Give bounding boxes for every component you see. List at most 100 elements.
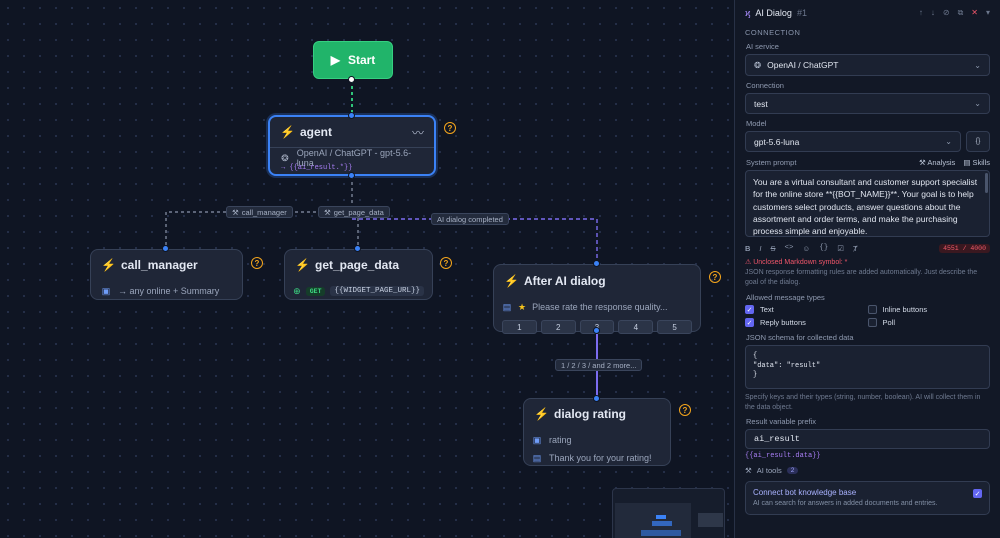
move-down-icon[interactable]: ↓ (931, 8, 935, 18)
bolt-icon: ⚡ (280, 125, 295, 139)
minimap-node (652, 521, 672, 526)
minimap-node (641, 530, 681, 536)
rating-input-handle[interactable] (593, 395, 600, 402)
help-icon[interactable]: ? (440, 257, 452, 269)
agent-node[interactable]: ⚡ agent 〰 ❂ OpenAI / ChatGPT - gpt-5.6-l… (268, 115, 436, 176)
dialog-rating-node[interactable]: ⚡ dialog rating ▣ rating ▤ Thank you for… (523, 398, 671, 466)
ai-tools-count: 2 (786, 467, 799, 474)
char-counter: 4551 / 4000 (939, 243, 990, 253)
after-input-handle[interactable] (593, 260, 600, 267)
flow-canvas[interactable]: ▶ Start ⚡ agent 〰 ❂ OpenAI / ChatGPT - g… (0, 0, 734, 538)
activity-icon[interactable]: 〰 (412, 124, 424, 141)
wrench-icon: ⚒ (745, 466, 752, 475)
move-up-icon[interactable]: ↑ (919, 8, 923, 18)
type-reply-buttons-checkbox[interactable]: ✓ Reply buttons (745, 318, 868, 327)
minimap-node (698, 513, 723, 527)
clear-format-icon[interactable]: Ⱦ (853, 244, 858, 253)
chevron-down-icon: ⌄ (945, 137, 952, 146)
model-select[interactable]: gpt-5.6-luna ⌄ (745, 131, 961, 152)
tool-icon: ⚒ (232, 207, 239, 217)
italic-icon[interactable]: I (759, 244, 761, 253)
request-url: {{WIDGET_PAGE_URL}} (330, 286, 424, 296)
type-poll-checkbox[interactable]: Poll (867, 318, 991, 327)
section-connection: CONNECTION (745, 28, 801, 37)
type-text-checkbox[interactable]: ✓ Text (745, 305, 868, 314)
node-title: dialog rating (554, 407, 626, 421)
bolt-icon: ⚡ (504, 274, 519, 288)
chat-icon: ▣ (532, 434, 542, 445)
bolt-icon: ⚡ (534, 407, 549, 421)
strikethrough-icon[interactable]: S (771, 244, 776, 253)
start-node[interactable]: ▶ Start (313, 41, 393, 79)
result-var-input[interactable]: ai_result (745, 429, 990, 449)
get-page-data-node[interactable]: ⚡ get_page_data ⊕ GET {{WIDGET_PAGE_URL}… (284, 249, 433, 300)
start-output-handle[interactable] (348, 76, 355, 83)
system-prompt-textarea[interactable]: You are a virtual consultant and custome… (745, 170, 990, 237)
format-toolbar: B I S <> ☺ {} ☑ Ⱦ 4551 / 4000 (745, 242, 990, 254)
node-title: get_page_data (315, 258, 400, 272)
rating-option[interactable]: 2 (540, 320, 576, 334)
star-icon: ★ (518, 301, 527, 312)
emoji-icon[interactable]: ☺ (803, 244, 811, 253)
knowledge-base-card[interactable]: Connect bot knowledge base AI can search… (745, 481, 990, 515)
after-message: Please rate the response quality... (532, 302, 668, 312)
chevron-down-icon: ⌄ (974, 60, 981, 70)
bold-icon[interactable]: B (745, 244, 750, 253)
result-var-hint: {{ai_result.data}} (745, 452, 821, 460)
insert-variable-button[interactable]: {} (966, 131, 990, 152)
openai-icon: ❂ (281, 152, 289, 163)
rating-option[interactable]: 4 (618, 320, 654, 334)
system-prompt-label: System prompt (746, 158, 797, 167)
after-ai-dialog-node[interactable]: ⚡ After AI dialog ▤ ★ Please rate the re… (493, 264, 701, 334)
agent-output-handle[interactable] (348, 172, 355, 179)
globe-icon: ⊕ (293, 285, 301, 296)
analysis-button[interactable]: ⚒ Analysis (919, 158, 955, 167)
allowed-types-label: Allowed message types (746, 293, 825, 302)
kb-description: AI can search for answers in added docum… (753, 500, 938, 507)
node-title: After AI dialog (524, 274, 606, 288)
bolt-icon: ⚡ (101, 258, 116, 272)
call-manager-summary: → any online + Summary (118, 286, 220, 296)
delete-icon[interactable]: ✕ (971, 8, 978, 18)
node-title: agent (300, 125, 333, 139)
call-manager-node[interactable]: ⚡ call_manager ▣ → any online + Summary (90, 249, 243, 300)
help-icon[interactable]: ? (679, 404, 691, 416)
after-output-handle[interactable] (593, 327, 600, 334)
tool-icon: ⚒ (324, 207, 331, 217)
help-icon[interactable]: ? (444, 122, 456, 134)
model-value: gpt-5.6-luna (754, 136, 800, 147)
get-page-data-input-handle[interactable] (354, 245, 361, 252)
skills-button[interactable]: ▤ Skills (963, 158, 990, 167)
rating-option[interactable]: 5 (657, 320, 692, 334)
call-manager-input-handle[interactable] (162, 245, 169, 252)
edge-label-call-manager: ⚒ call_manager (226, 206, 293, 218)
rating-option[interactable]: 1 (502, 320, 537, 334)
minimap[interactable] (612, 488, 725, 538)
type-inline-buttons-checkbox[interactable]: Inline buttons (867, 305, 991, 314)
schema-note: Specify keys and their types (string, nu… (745, 394, 981, 411)
kb-checkbox[interactable]: ✓ (973, 489, 982, 498)
check-icon: ✓ (745, 305, 754, 314)
json-schema-editor[interactable]: { "data": "result" } (745, 345, 990, 389)
copy-icon[interactable]: ⧉ (958, 8, 964, 18)
warning-text: ⚠ Unclosed Markdown symbol: * (745, 259, 848, 266)
help-icon[interactable]: ? (251, 257, 263, 269)
result-var-label: Result variable prefix (746, 417, 817, 426)
start-label: Start (347, 53, 376, 67)
edge-label-ai-dialog-completed: AI dialog completed (431, 213, 509, 225)
disable-icon[interactable]: ⊘ (943, 8, 950, 18)
scrollbar[interactable] (985, 173, 988, 193)
checkbox-icon[interactable]: ☑ (837, 244, 844, 253)
help-icon[interactable]: ? (709, 271, 721, 283)
ai-tools-header: ⚒ AI tools 2 (745, 466, 990, 475)
variable-icon[interactable]: {} (819, 244, 828, 252)
panel-header: ϗ AI Dialog #1 ↑ ↓ ⊘ ⧉ ✕ ▾ (735, 0, 1000, 26)
agent-input-handle[interactable] (348, 112, 355, 119)
connection-label: Connection (746, 81, 784, 90)
json-schema-label: JSON schema for collected data (746, 333, 854, 342)
ai-service-select[interactable]: ❂ OpenAI / ChatGPT ⌄ (745, 54, 990, 76)
connection-select[interactable]: test ⌄ (745, 93, 990, 114)
menu-icon[interactable]: ▾ (986, 8, 990, 18)
code-icon[interactable]: <> (785, 244, 794, 252)
play-icon: ▶ (330, 53, 340, 67)
